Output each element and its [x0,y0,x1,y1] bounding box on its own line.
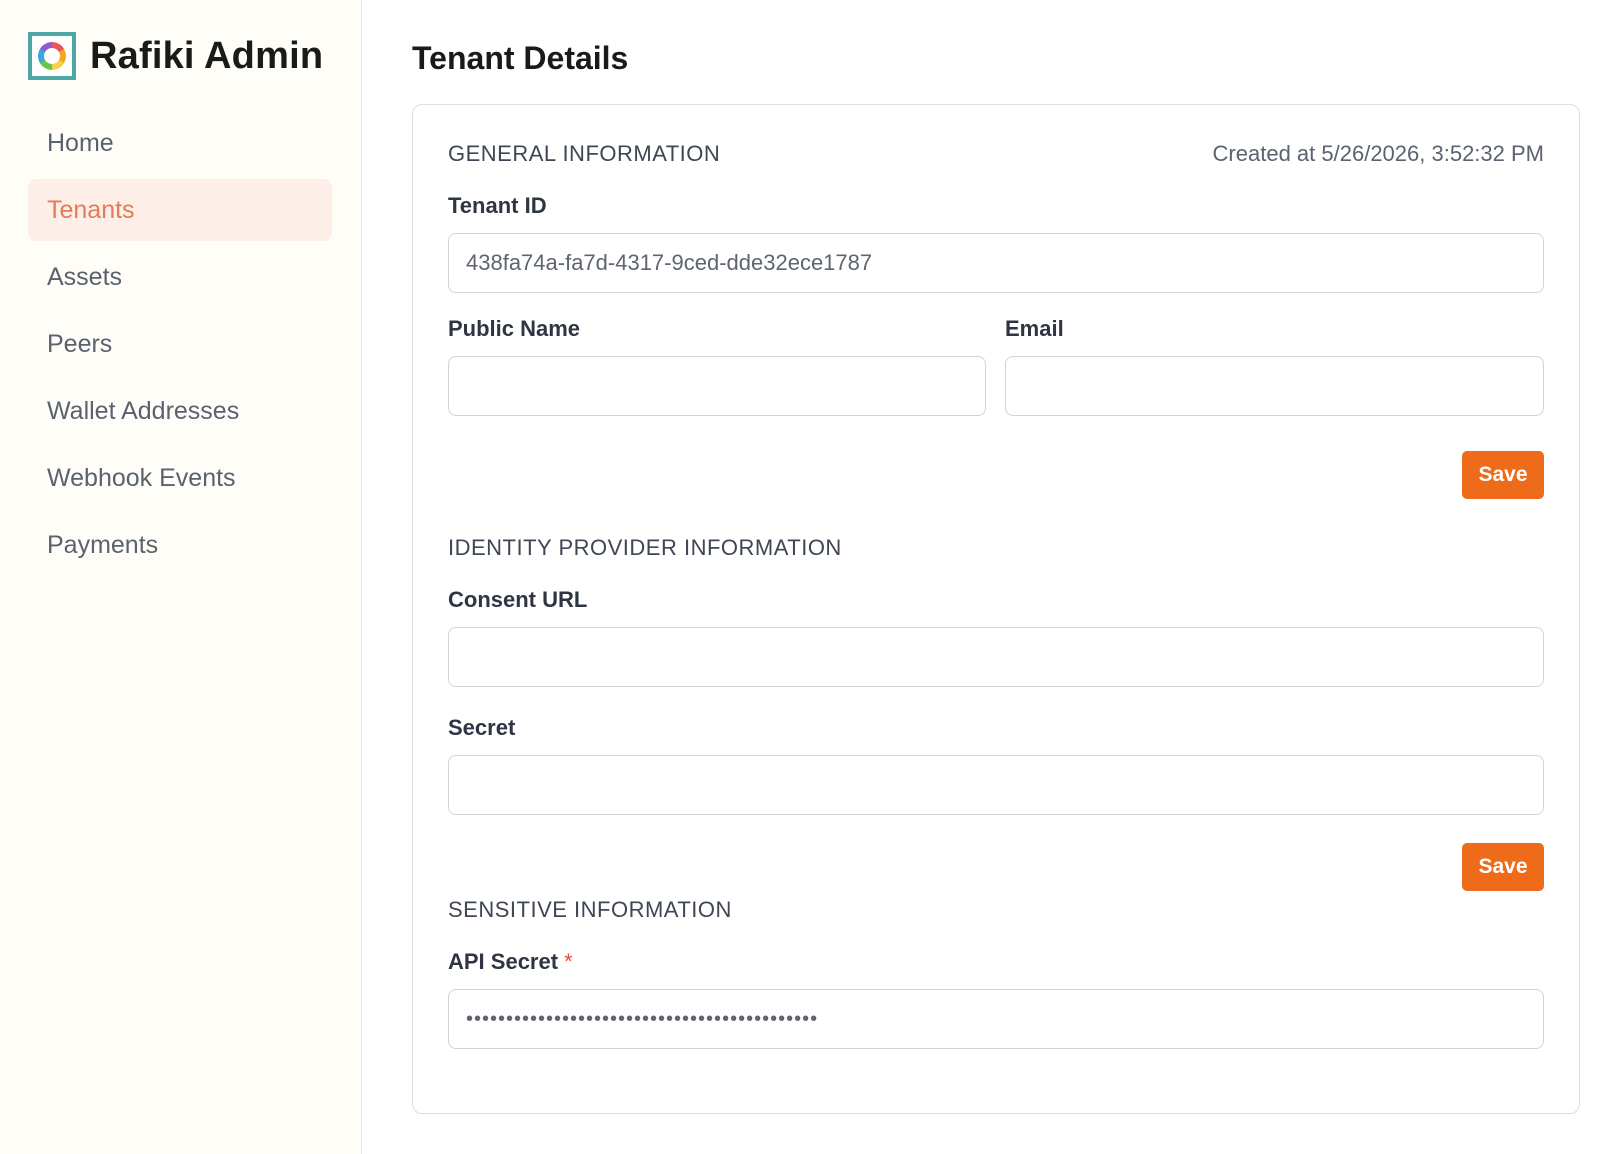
sidebar-item-home[interactable]: Home [28,112,332,174]
public-name-field[interactable] [448,356,986,416]
secret-field[interactable] [448,755,1544,815]
api-secret-field[interactable] [448,989,1544,1049]
api-secret-label-text: API Secret [448,949,559,974]
save-general-button[interactable]: Save [1462,451,1544,499]
rafiki-logo-icon [28,32,76,80]
sidebar-item-peers[interactable]: Peers [28,313,332,375]
general-info-heading: GENERAL INFORMATION [448,141,721,166]
email-field[interactable] [1005,356,1544,416]
sensitive-info-heading: SENSITIVE INFORMATION [448,897,732,922]
sidebar-nav: Home Tenants Assets Peers Wallet Address… [28,112,332,581]
identity-provider-heading: IDENTITY PROVIDER INFORMATION [448,535,842,560]
sidebar-item-wallet-addresses[interactable]: Wallet Addresses [28,380,332,442]
main-content: Tenant Details GENERAL INFORMATION Creat… [362,0,1612,1154]
consent-url-label: Consent URL [448,587,588,612]
brand[interactable]: Rafiki Admin [28,32,323,80]
tenant-id-label: Tenant ID [448,193,547,218]
app-title: Rafiki Admin [90,34,324,77]
created-at-text: Created at 5/26/2026, 3:52:32 PM [1212,141,1544,166]
tenant-details-card: GENERAL INFORMATION Created at 5/26/2026… [412,104,1580,1114]
page-title: Tenant Details [412,40,629,76]
public-name-label: Public Name [448,316,581,341]
sidebar-item-payments[interactable]: Payments [28,514,332,576]
sidebar: Rafiki Admin Home Tenants Assets Peers W… [0,0,362,1154]
api-secret-label: API Secret * [448,949,573,975]
sidebar-item-assets[interactable]: Assets [28,246,332,308]
sidebar-item-webhook-events[interactable]: Webhook Events [28,447,332,509]
email-label: Email [1005,316,1064,341]
required-marker: * [564,949,573,974]
consent-url-field[interactable] [448,627,1544,687]
secret-label: Secret [448,715,516,740]
save-identity-button[interactable]: Save [1462,843,1544,891]
sidebar-item-tenants[interactable]: Tenants [28,179,332,241]
tenant-id-field[interactable] [448,233,1544,293]
